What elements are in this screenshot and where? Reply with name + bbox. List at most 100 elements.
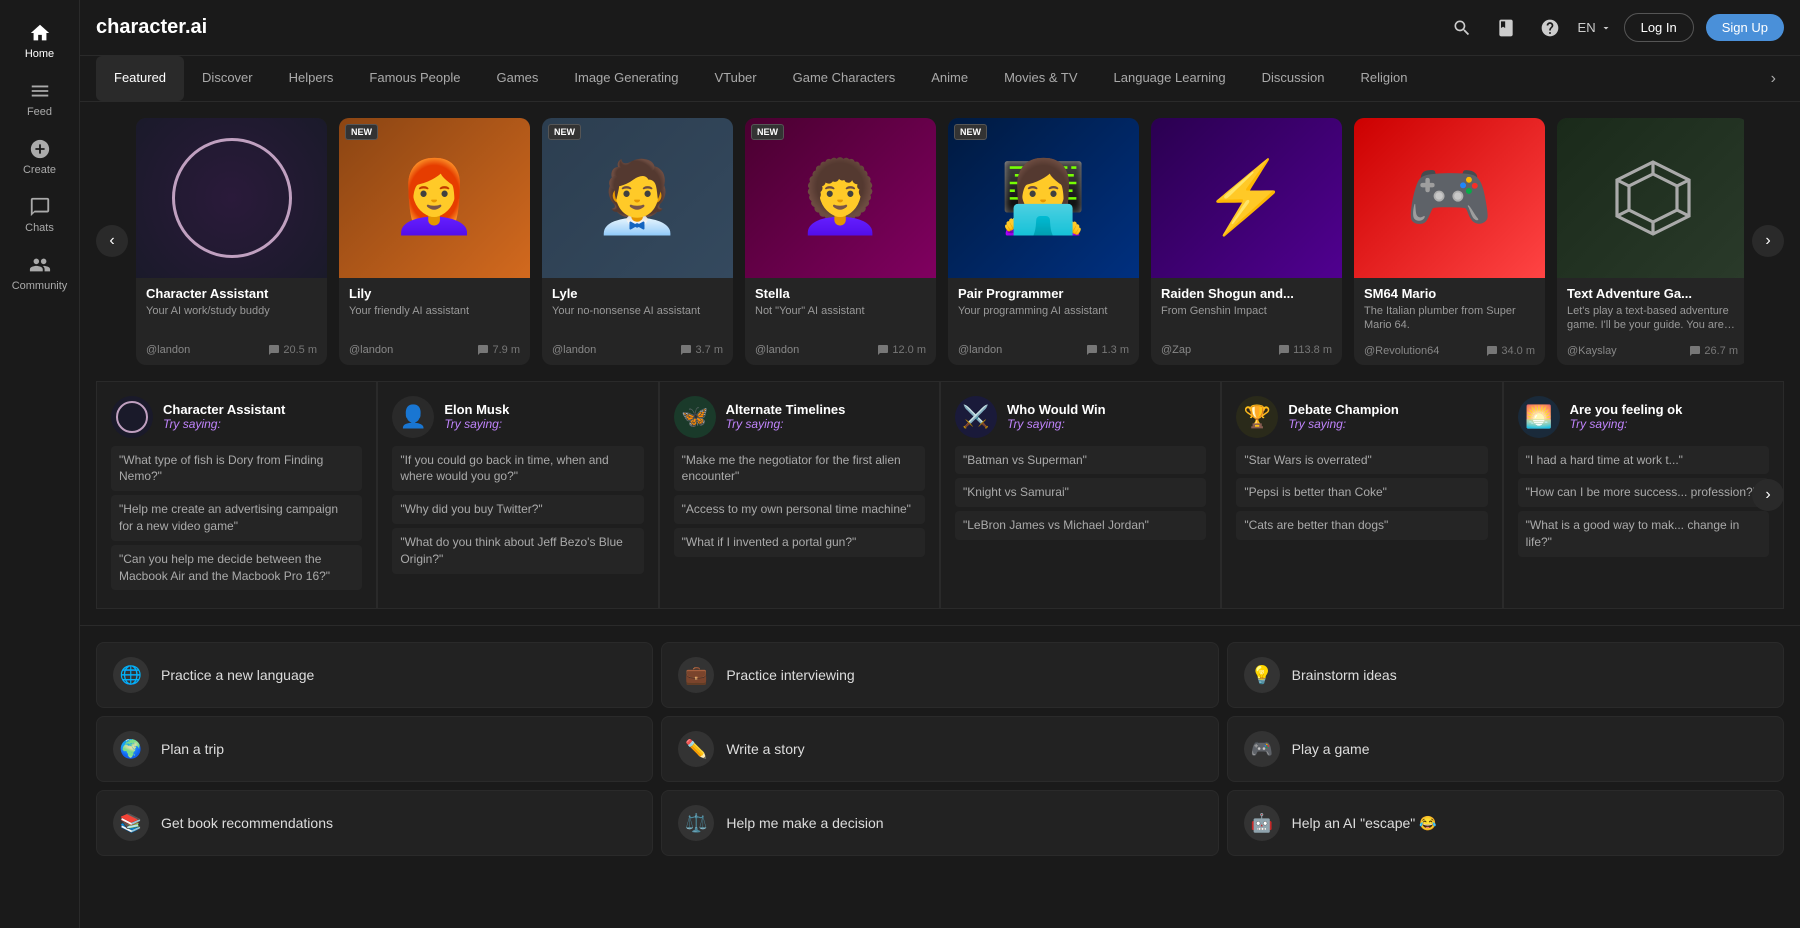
login-button[interactable]: Log In (1624, 13, 1694, 42)
sidebar-item-create[interactable]: Create (4, 128, 76, 186)
try-saying-section: Character Assistant Try saying: "What ty… (80, 365, 1800, 627)
plan-trip-icon: 🌍 (113, 731, 149, 767)
nav-right: EN Log In Sign Up (1446, 12, 1784, 44)
character-card-lyle[interactable]: 🧑‍💼 NEW Lyle Your no-nonsense AI assista… (542, 118, 733, 365)
tab-game-chars[interactable]: Game Characters (775, 56, 914, 101)
new-badge: NEW (954, 124, 987, 140)
tab-famous[interactable]: Famous People (351, 56, 478, 101)
tab-lang-learn[interactable]: Language Learning (1096, 56, 1244, 101)
signup-button[interactable]: Sign Up (1706, 14, 1784, 41)
character-card-stella[interactable]: 👩‍🦱 NEW Stella Not "Your" AI assistant @… (745, 118, 936, 365)
try-saying-label: Try saying: (444, 417, 509, 431)
write-story-icon: ✏️ (678, 731, 714, 767)
quick-actions-section: 🌐 Practice a new language 💼 Practice int… (80, 626, 1800, 872)
char-name: SM64 Mario (1364, 286, 1535, 301)
action-decision[interactable]: ⚖️ Help me make a decision (661, 790, 1218, 856)
tab-helpers[interactable]: Helpers (271, 56, 352, 101)
char-name: Lily (349, 286, 520, 301)
try-quote-2: "Pepsi is better than Coke" (1236, 478, 1487, 507)
try-quote-2: "Knight vs Samurai" (955, 478, 1206, 507)
char-avatar-mario: 🎮 (1354, 118, 1545, 278)
language-selector[interactable]: EN (1578, 20, 1612, 35)
action-label: Help an AI "escape" 😂 (1292, 815, 1437, 832)
char-author: @Zap (1161, 344, 1191, 356)
tab-featured[interactable]: Featured (96, 56, 184, 101)
char-desc: Your no-nonsense AI assistant (552, 304, 723, 332)
action-label: Practice interviewing (726, 667, 854, 683)
char-author: @landon (958, 344, 1002, 356)
search-button[interactable] (1446, 12, 1478, 44)
char-author: @landon (146, 344, 190, 356)
try-saying-next-button[interactable]: › (1752, 479, 1784, 511)
char-count: 7.9 m (477, 344, 520, 356)
character-card-text-adv[interactable]: Text Adventure Ga... Let's play a text-b… (1557, 118, 1744, 365)
character-card-raiden[interactable]: ⚡ Raiden Shogun and... From Genshin Impa… (1151, 118, 1342, 365)
try-quote-1: "I had a hard time at work t..." (1518, 446, 1769, 475)
tab-games[interactable]: Games (478, 56, 556, 101)
try-card-alt-timelines[interactable]: 🦋 Alternate Timelines Try saying: "Make … (659, 381, 940, 610)
tab-vtuber[interactable]: VTuber (696, 56, 774, 101)
char-desc: Not "Your" AI assistant (755, 304, 926, 332)
carousel-next-button[interactable]: › (1752, 225, 1784, 257)
action-practice-lang[interactable]: 🌐 Practice a new language (96, 642, 653, 708)
char-desc: Let's play a text-based adventure game. … (1567, 304, 1738, 333)
try-avatar-feeling-ok: 🌅 (1518, 396, 1560, 438)
action-practice-interview[interactable]: 💼 Practice interviewing (661, 642, 1218, 708)
logo[interactable]: character.ai (96, 16, 207, 39)
try-saying-label: Try saying: (1007, 417, 1106, 431)
play-game-icon: 🎮 (1244, 731, 1280, 767)
help-button[interactable] (1534, 12, 1566, 44)
sidebar-item-home[interactable]: Home (4, 12, 76, 70)
try-card-feeling-ok[interactable]: 🌅 Are you feeling ok Try saying: "I had … (1503, 381, 1784, 610)
char-desc: Your programming AI assistant (958, 304, 1129, 332)
tabs-next-button[interactable]: › (1763, 62, 1784, 96)
tab-discover[interactable]: Discover (184, 56, 271, 101)
library-button[interactable] (1490, 12, 1522, 44)
try-card-title: Debate Champion (1288, 402, 1399, 417)
sidebar-item-feed[interactable]: Feed (4, 70, 76, 128)
action-plan-trip[interactable]: 🌍 Plan a trip (96, 716, 653, 782)
char-author: @Revolution64 (1364, 345, 1439, 357)
try-saying-label: Try saying: (726, 417, 846, 431)
char-count: 34.0 m (1486, 345, 1535, 357)
try-saying-label: Try saying: (1288, 417, 1399, 431)
character-card-char-assistant[interactable]: Character Assistant Your AI work/study b… (136, 118, 327, 365)
ai-escape-icon: 🤖 (1244, 805, 1280, 841)
action-book-rec[interactable]: 📚 Get book recommendations (96, 790, 653, 856)
tab-discussion[interactable]: Discussion (1244, 56, 1343, 101)
char-avatar-lily: 👩‍🦰 (339, 118, 530, 278)
action-ai-escape[interactable]: 🤖 Help an AI "escape" 😂 (1227, 790, 1784, 856)
try-quote-2: "Help me create an advertising campaign … (111, 495, 362, 541)
try-quote-3: "What if I invented a portal gun?" (674, 528, 925, 557)
char-desc: Your AI work/study buddy (146, 304, 317, 332)
tab-anime[interactable]: Anime (913, 56, 986, 101)
carousel-prev-button[interactable]: ‹ (96, 225, 128, 257)
try-card-elon[interactable]: 👤 Elon Musk Try saying: "If you could go… (377, 381, 658, 610)
action-label: Plan a trip (161, 741, 224, 757)
try-quote-1: "If you could go back in time, when and … (392, 446, 643, 492)
try-card-who-would-win[interactable]: ⚔️ Who Would Win Try saying: "Batman vs … (940, 381, 1221, 610)
char-count: 1.3 m (1086, 344, 1129, 356)
action-brainstorm[interactable]: 💡 Brainstorm ideas (1227, 642, 1784, 708)
char-author: @Kayslay (1567, 345, 1617, 357)
actions-grid: 🌐 Practice a new language 💼 Practice int… (96, 642, 1784, 856)
sidebar-item-community[interactable]: Community (4, 244, 76, 302)
practice-interview-icon: 💼 (678, 657, 714, 693)
characters-carousel-section: ‹ Character Assistant Your AI work/study… (80, 102, 1800, 365)
action-write-story[interactable]: ✏️ Write a story (661, 716, 1218, 782)
try-avatar-debate: 🏆 (1236, 396, 1278, 438)
action-label: Get book recommendations (161, 815, 333, 831)
character-card-pair-programmer[interactable]: 👩‍💻 NEW Pair Programmer Your programming… (948, 118, 1139, 365)
character-card-mario[interactable]: 🎮 SM64 Mario The Italian plumber from Su… (1354, 118, 1545, 365)
try-card-debate[interactable]: 🏆 Debate Champion Try saying: "Star Wars… (1221, 381, 1502, 610)
tab-movies-tv[interactable]: Movies & TV (986, 56, 1095, 101)
try-card-title: Elon Musk (444, 402, 509, 417)
sidebar-item-chats[interactable]: Chats (4, 186, 76, 244)
try-card-char-assistant[interactable]: Character Assistant Try saying: "What ty… (96, 381, 377, 610)
tab-image-gen[interactable]: Image Generating (556, 56, 696, 101)
character-card-lily[interactable]: 👩‍🦰 NEW Lily Your friendly AI assistant … (339, 118, 530, 365)
char-count: 113.8 m (1278, 344, 1332, 356)
try-card-title: Are you feeling ok (1570, 402, 1683, 417)
action-play-game[interactable]: 🎮 Play a game (1227, 716, 1784, 782)
tab-religion[interactable]: Religion (1342, 56, 1425, 101)
